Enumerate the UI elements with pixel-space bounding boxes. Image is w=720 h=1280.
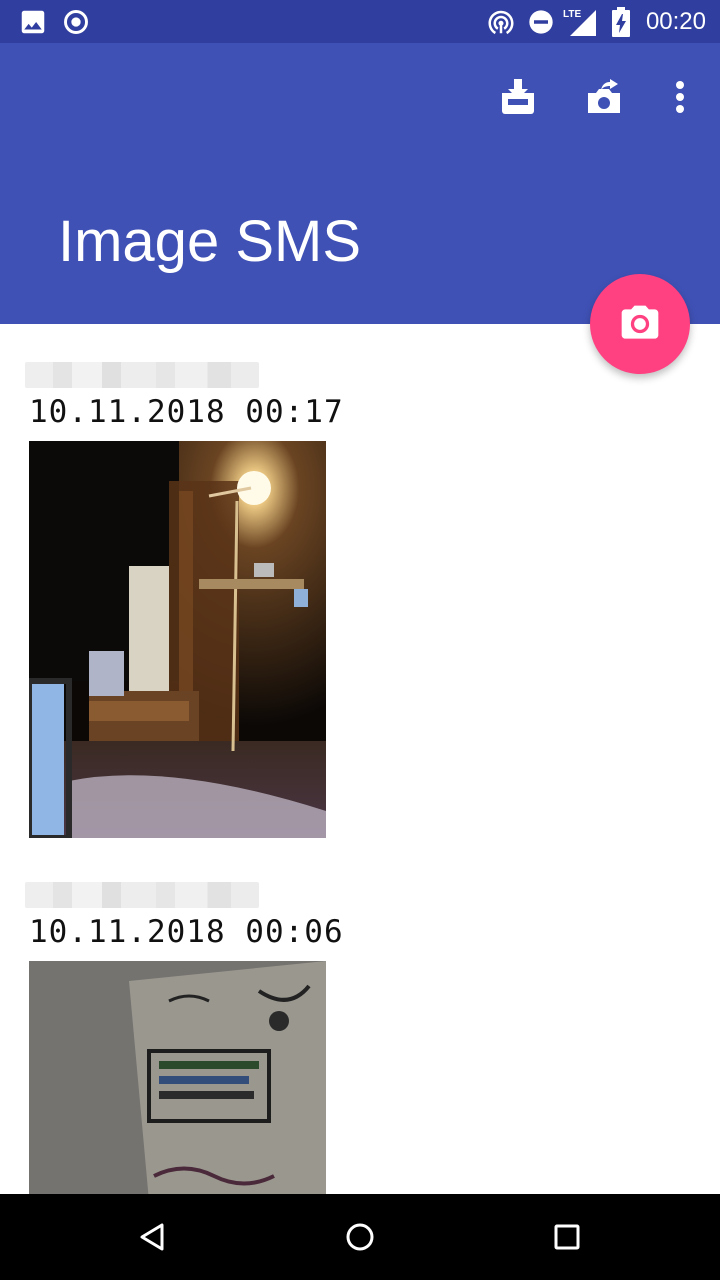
clock: 00:20 <box>645 8 706 35</box>
navigation-bar <box>0 1194 720 1280</box>
status-bar: LTE 00:20 <box>0 0 720 43</box>
message-image[interactable] <box>29 441 326 838</box>
hotspot-icon <box>486 7 516 37</box>
battery-charging-icon <box>610 6 632 37</box>
record-notification-icon <box>62 7 90 37</box>
app-title: Image SMS <box>58 209 361 274</box>
back-icon <box>132 1223 172 1261</box>
home-icon <box>340 1223 380 1261</box>
download-inbox-button[interactable] <box>494 73 542 121</box>
recents-button[interactable] <box>547 1217 587 1257</box>
more-vert-icon <box>656 81 704 125</box>
download-inbox-icon <box>494 79 542 125</box>
message-timestamp: 10.11.2018 00:06 <box>29 914 344 950</box>
message-image[interactable] <box>29 961 326 1194</box>
do-not-disturb-icon <box>527 7 555 37</box>
camera-share-icon <box>580 79 628 125</box>
sender-name-redacted <box>25 882 259 908</box>
back-button[interactable] <box>132 1217 172 1257</box>
message-timestamp: 10.11.2018 00:17 <box>29 394 344 430</box>
sender-name-redacted <box>25 362 259 388</box>
signal-icon: LTE <box>562 6 598 36</box>
lte-label: LTE <box>563 9 581 20</box>
more-options-button[interactable] <box>656 73 704 121</box>
image-notification-icon <box>18 7 48 37</box>
message-list[interactable]: 10.11.2018 00:17 10.11.2018 00:06 <box>0 324 720 1194</box>
photo-lamp-room <box>29 441 326 838</box>
camera-share-button[interactable] <box>580 73 628 121</box>
home-button[interactable] <box>340 1217 380 1257</box>
recents-icon <box>547 1224 587 1261</box>
photo-whiteboard-drawing <box>29 961 326 1194</box>
